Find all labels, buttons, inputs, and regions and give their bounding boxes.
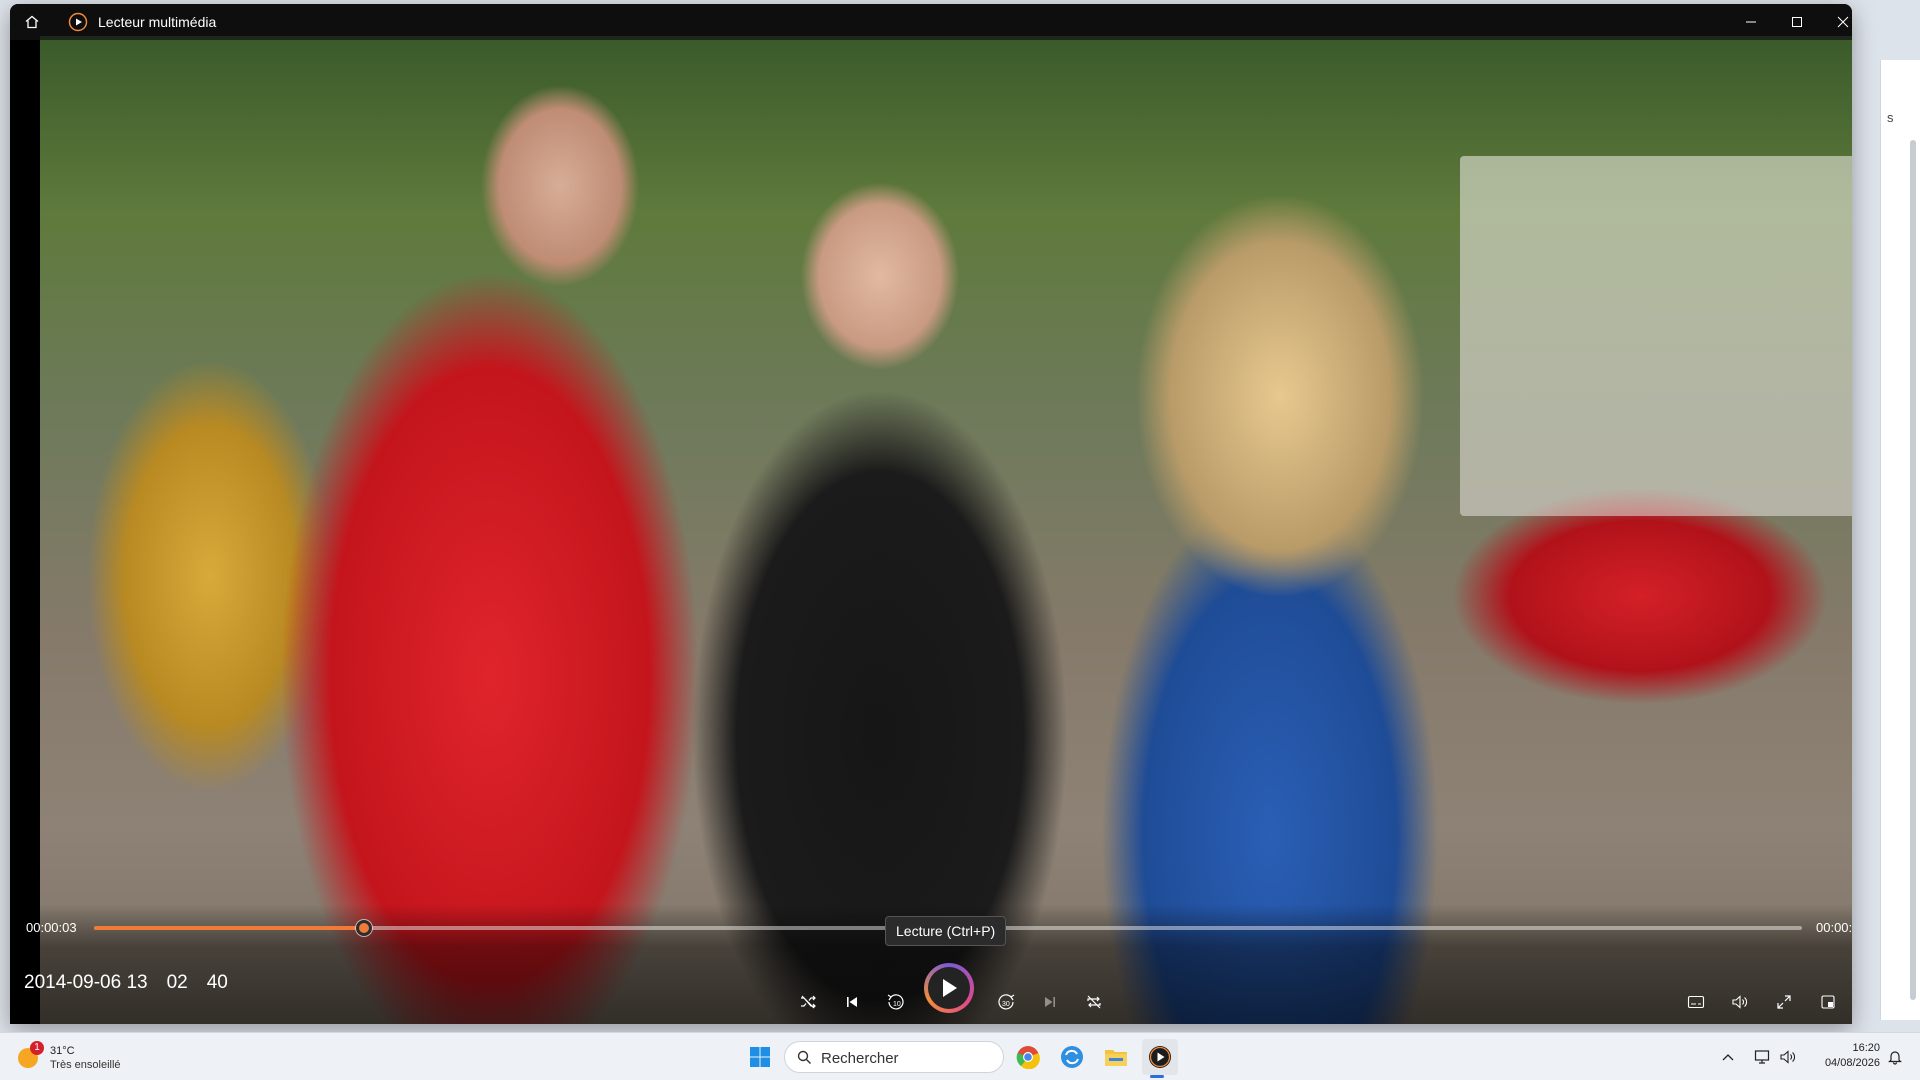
skip-back-10-icon[interactable]: 10 <box>878 984 914 1020</box>
notifications-icon[interactable] <box>1880 1039 1910 1075</box>
playback-controls: 00:00:03 00:00:17 Lecture (Ctrl+P) 2014-… <box>10 904 1852 1024</box>
clock-time: 16:20 <box>1852 1042 1880 1054</box>
close-button[interactable] <box>1820 4 1852 40</box>
video-frame[interactable] <box>40 36 1852 1024</box>
shuffle-icon[interactable] <box>790 984 826 1020</box>
weather-widget[interactable]: 1 31°C Très ensoleillé <box>18 1041 138 1075</box>
play-icon <box>943 979 957 997</box>
svg-text:10: 10 <box>893 1001 901 1008</box>
skip-forward-30-icon[interactable]: 30 <box>988 984 1024 1020</box>
active-app-indicator <box>1150 1075 1164 1078</box>
taskbar-search[interactable]: Rechercher <box>784 1041 1004 1073</box>
chevron-up-icon[interactable] <box>1716 1039 1740 1075</box>
home-icon[interactable] <box>22 12 42 32</box>
title-bar: Lecteur multimédia <box>10 4 1852 40</box>
minimize-button[interactable] <box>1728 4 1774 40</box>
weather-condition: Très ensoleillé <box>50 1059 121 1071</box>
search-icon <box>797 1050 811 1064</box>
clock-date: 04/08/2026 <box>1824 1057 1880 1069</box>
maximize-button[interactable] <box>1774 4 1820 40</box>
search-placeholder: Rechercher <box>821 1050 899 1067</box>
chrome-icon[interactable] <box>1010 1039 1046 1075</box>
windows-logo-icon <box>750 1047 770 1067</box>
play-tooltip: Lecture (Ctrl+P) <box>885 916 1007 946</box>
total-duration: 00:00:17 <box>1816 920 1852 935</box>
seek-bar-progress <box>94 926 364 930</box>
previous-icon[interactable] <box>834 984 870 1020</box>
start-button[interactable] <box>742 1039 778 1075</box>
background-window-scrollbar[interactable] <box>1910 140 1916 1000</box>
media-title: 2014-09-06 13 02 40 <box>24 972 228 993</box>
weather-temperature: 31°C <box>50 1045 75 1057</box>
sync-app-icon[interactable] <box>1054 1039 1090 1075</box>
video-background-stall <box>1460 156 1852 516</box>
svg-text:30: 30 <box>1002 1001 1010 1008</box>
background-window: s <box>1880 60 1920 1020</box>
network-icon[interactable] <box>1750 1039 1776 1075</box>
taskbar: 1 31°C Très ensoleillé Rechercher 16:20 … <box>0 1032 1920 1080</box>
speaker-icon[interactable] <box>1776 1039 1800 1075</box>
notification-badge: 1 <box>30 1041 44 1055</box>
subtitles-icon[interactable] <box>1678 984 1714 1020</box>
file-explorer-icon[interactable] <box>1098 1039 1134 1075</box>
next-icon[interactable] <box>1032 984 1068 1020</box>
play-button[interactable] <box>924 963 974 1013</box>
volume-icon[interactable] <box>1722 984 1758 1020</box>
mini-player-icon[interactable] <box>1810 984 1846 1020</box>
repeat-off-icon[interactable] <box>1076 984 1112 1020</box>
media-player-app-icon <box>68 12 88 32</box>
fullscreen-icon[interactable] <box>1766 984 1802 1020</box>
background-window-text: s <box>1887 110 1894 125</box>
media-player-window: Lecteur multimédia 00:00:03 00:00:17 Lec… <box>10 4 1852 1024</box>
elapsed-time: 00:00:03 <box>26 920 77 935</box>
system-clock[interactable]: 16:20 04/08/2026 <box>1800 1041 1880 1071</box>
seek-bar-thumb[interactable] <box>355 920 372 936</box>
media-player-taskbar-icon[interactable] <box>1142 1039 1178 1075</box>
window-title: Lecteur multimédia <box>98 14 217 30</box>
